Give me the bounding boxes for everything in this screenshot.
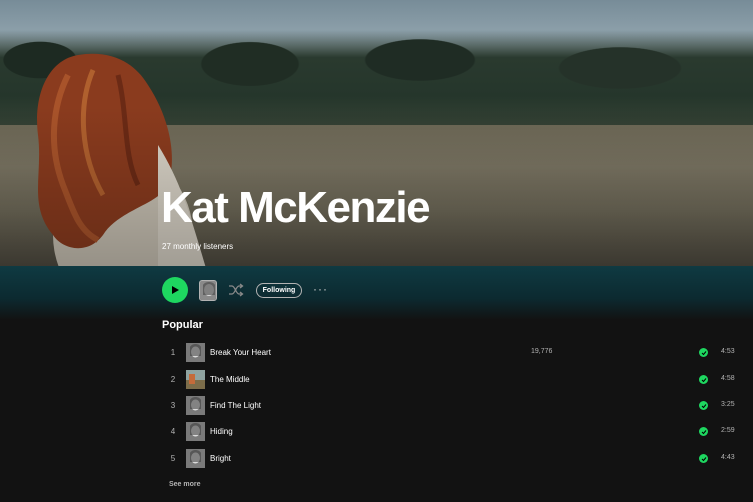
track-cover [186, 422, 205, 441]
action-bar [0, 266, 753, 320]
saved-check-icon[interactable] [699, 454, 708, 463]
shuffle-icon[interactable] [228, 283, 244, 297]
track-duration: 2:59 [721, 427, 735, 434]
monthly-listeners: 27 monthly listeners [162, 242, 234, 251]
track-row[interactable]: 4 Hiding 2:59 [162, 420, 742, 444]
track-number: 3 [170, 401, 176, 410]
popular-section-title: Popular [162, 319, 203, 331]
saved-check-icon[interactable] [699, 427, 708, 436]
more-options-icon[interactable]: ··· [313, 282, 328, 296]
following-button[interactable]: Following [256, 283, 302, 298]
track-number: 2 [170, 375, 176, 384]
track-play-count: 19,776 [531, 348, 553, 355]
track-cover [186, 396, 205, 415]
track-row[interactable]: 3 Find The Light 3:25 [162, 394, 742, 418]
play-icon [172, 286, 179, 294]
track-number: 5 [170, 454, 176, 463]
track-duration: 3:25 [721, 401, 735, 408]
track-duration: 4:53 [721, 348, 735, 355]
saved-check-icon[interactable] [699, 348, 708, 357]
track-cover [186, 370, 205, 389]
track-cover [186, 343, 205, 362]
saved-check-icon[interactable] [699, 401, 708, 410]
track-number: 4 [170, 427, 176, 436]
artist-name: Kat McKenzie [161, 183, 431, 232]
saved-check-icon[interactable] [699, 375, 708, 384]
see-more-link[interactable]: See more [169, 481, 201, 488]
track-title[interactable]: The Middle [210, 375, 250, 384]
track-duration: 4:43 [721, 454, 735, 461]
avatar-image [200, 281, 216, 300]
track-row[interactable]: 2 The Middle 4:58 [162, 368, 742, 392]
track-title[interactable]: Bright [210, 454, 231, 463]
artist-avatar-thumbnail[interactable] [199, 280, 217, 301]
track-duration: 4:58 [721, 375, 735, 382]
track-number: 1 [170, 348, 176, 357]
track-row[interactable]: 1 Break Your Heart 19,776 4:53 [162, 341, 742, 365]
track-title[interactable]: Break Your Heart [210, 348, 271, 357]
track-cover [186, 449, 205, 468]
play-button[interactable] [162, 277, 188, 303]
track-title[interactable]: Find The Light [210, 401, 261, 410]
track-title[interactable]: Hiding [210, 427, 233, 436]
track-row[interactable]: 5 Bright 4:43 [162, 447, 742, 471]
